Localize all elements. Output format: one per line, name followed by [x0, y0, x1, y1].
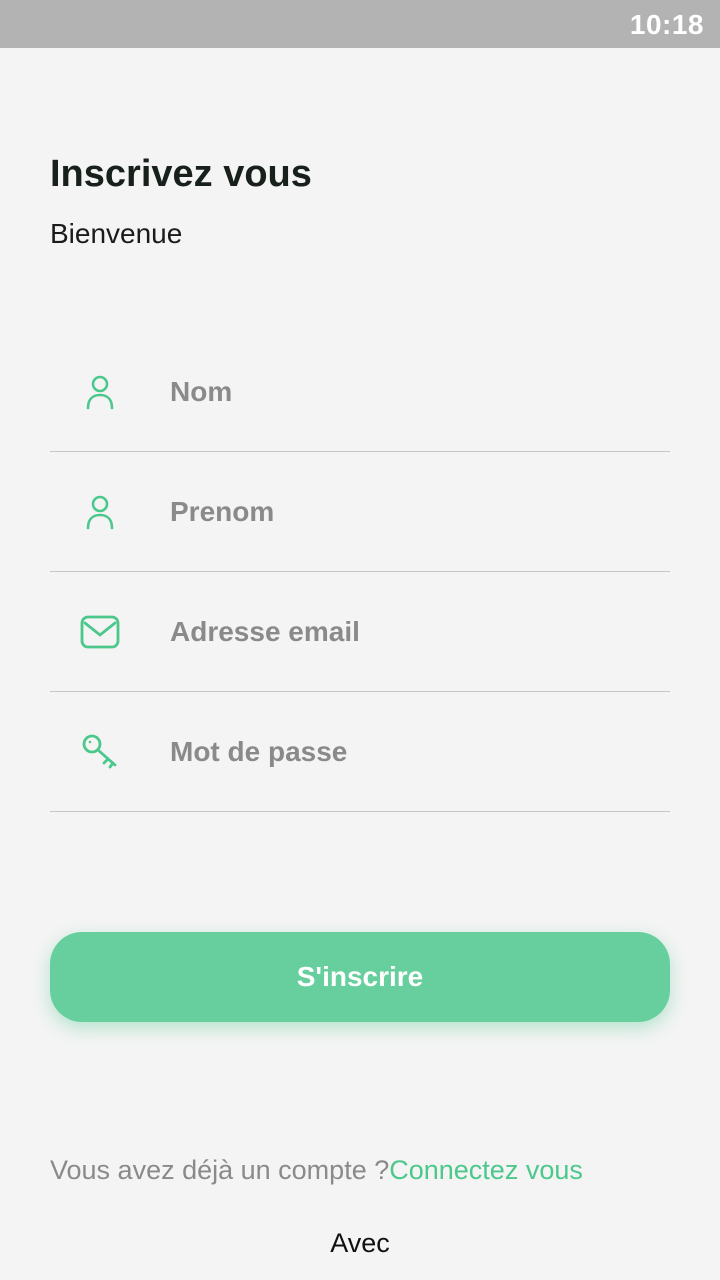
status-bar: 10:18 [0, 0, 720, 48]
signup-button[interactable]: S'inscrire [50, 932, 670, 1022]
key-icon [78, 732, 122, 772]
person-icon [78, 372, 122, 412]
mail-icon [78, 612, 122, 652]
nom-input[interactable] [170, 362, 650, 422]
with-label: Avec [330, 1228, 390, 1258]
prenom-input[interactable] [170, 482, 650, 542]
status-time: 10:18 [629, 9, 704, 40]
page-title: Inscrivez vous [50, 153, 312, 195]
password-field [50, 692, 670, 812]
nom-field [50, 332, 670, 452]
page-subtitle: Bienvenue [50, 218, 183, 249]
prenom-field [50, 452, 670, 572]
login-prompt: Vous avez déjà un compte ?Connectez vous [50, 1152, 583, 1188]
person-icon [78, 492, 122, 532]
email-input[interactable] [170, 602, 650, 662]
login-question: Vous avez déjà un compte ? [50, 1155, 390, 1185]
login-link[interactable]: Connectez vous [389, 1155, 583, 1185]
password-input[interactable] [170, 722, 650, 782]
email-field [50, 572, 670, 692]
